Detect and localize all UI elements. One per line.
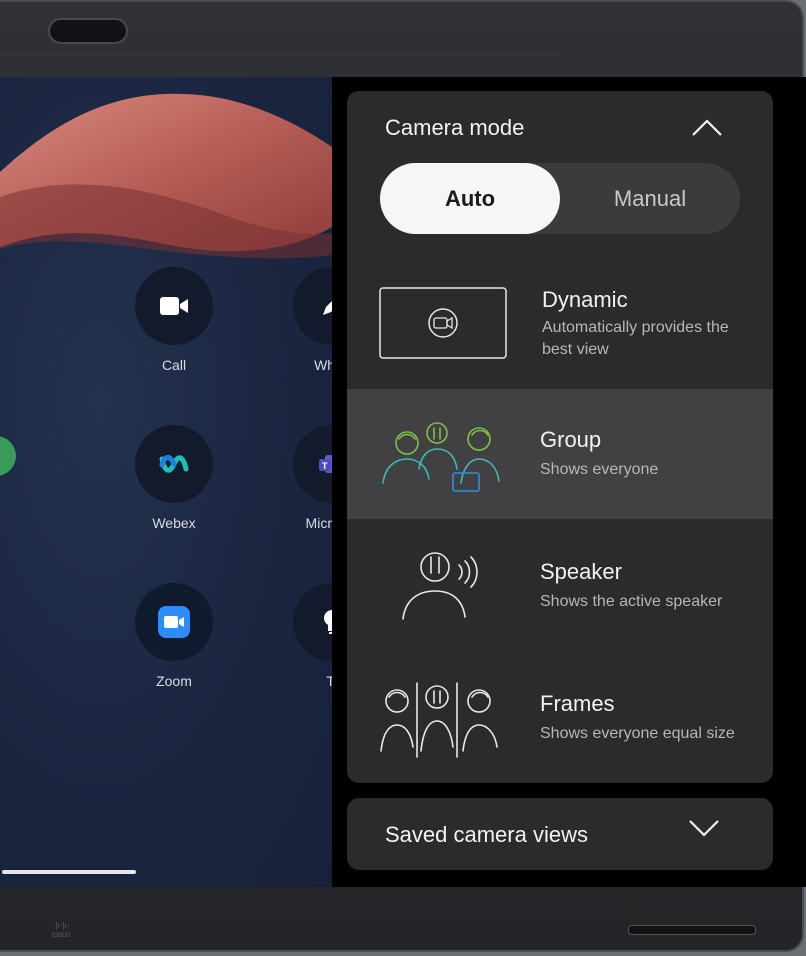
mode-group[interactable]: Group Shows everyone [347,389,773,519]
teams-button[interactable]: T [293,425,332,503]
camera-mode-panel: Camera mode Auto Manual Dynamic Automati… [347,91,773,783]
app-whiteboard[interactable]: White [272,267,332,373]
zoom-icon [158,606,190,638]
mode-title: Group [540,427,602,452]
teams-icon: T [319,455,332,473]
pen-icon [323,301,332,315]
app-label: Zoom [156,673,192,689]
collapse-button[interactable] [687,111,727,145]
app-label: Ti [326,673,332,689]
app-label: Microsof [305,515,332,531]
saved-camera-views[interactable]: Saved camera views [347,798,773,870]
app-label: White [314,357,332,373]
bottom-bezel [0,887,806,952]
mode-description: Shows everyone equal size [540,725,735,742]
tips-button[interactable] [293,583,332,661]
chevron-up-icon [692,119,722,136]
mode-dynamic[interactable]: Dynamic Automatically provides the best … [347,259,773,389]
speaker-icon [402,552,478,620]
webex-button[interactable] [135,425,213,503]
mode-title: Dynamic [542,287,628,312]
mode-frames[interactable]: Frames Shows everyone equal size [347,653,773,783]
auto-option[interactable]: Auto [380,163,560,234]
app-call[interactable]: Call [114,267,234,373]
device-camera [48,18,128,44]
mode-description: Automatically provides the best view [542,319,729,358]
wallpaper-shape [0,93,332,259]
saved-views-label: Saved camera views [385,822,588,847]
app-webex[interactable]: Webex [114,425,234,531]
app-label: Webex [152,515,196,531]
lightbulb-icon [324,610,332,634]
mode-title: Frames [540,691,615,716]
mode-title: Speaker [540,559,622,584]
mode-description: Shows the active speaker [540,593,723,610]
svg-text:T: T [322,461,328,471]
video-camera-icon [160,297,188,315]
mode-speaker[interactable]: Speaker Shows the active speaker [347,521,773,651]
home-indicator[interactable] [2,870,136,874]
mode-description: Shows everyone [540,461,659,478]
cisco-logo: ·|ı·|ı· cisco [52,921,71,939]
app-tips[interactable]: Ti [272,583,332,689]
screen: Call White Webex [0,77,806,887]
partial-app-icon[interactable] [0,436,16,476]
home-screen: Call White Webex [0,77,332,887]
panel-title: Camera mode [385,115,525,140]
app-label: Call [161,357,187,373]
frames-icon [380,682,498,758]
app-teams[interactable]: T Microsof [272,425,332,531]
chevron-down-icon [689,820,719,837]
call-button[interactable] [135,267,213,345]
webex-icon [159,454,189,473]
manual-option[interactable]: Manual [560,163,740,234]
dynamic-view-icon [379,287,507,359]
group-icon [382,422,500,492]
app-zoom[interactable]: Zoom [114,583,234,689]
whiteboard-button[interactable] [293,267,332,345]
camera-mode-toggle: Auto Manual [380,163,740,234]
microphone-slot [628,925,756,935]
zoom-button[interactable] [135,583,213,661]
